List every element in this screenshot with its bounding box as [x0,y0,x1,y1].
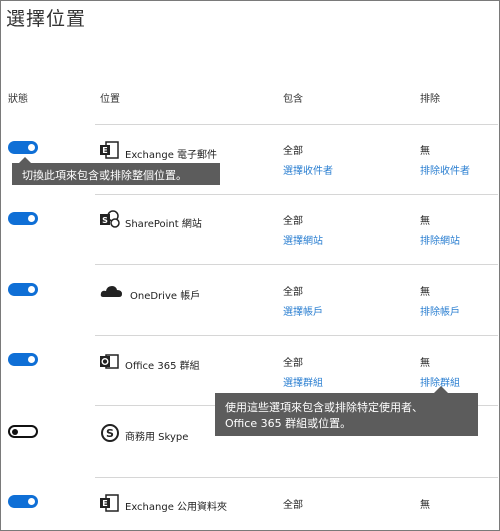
onedrive-icon [100,282,124,302]
include-value: 全部 [283,287,303,298]
include-value: 全部 [283,146,303,157]
column-header-status: 狀態 [8,94,28,105]
toggle-knob [12,428,18,435]
row-divider [95,124,498,125]
sharepoint-icon: S [100,210,120,230]
column-header-location: 位置 [100,94,120,105]
column-header-exclude: 排除 [420,94,440,105]
toggle-knob [28,215,35,222]
location-name: Exchange 電子郵件 [125,150,218,161]
svg-text:S: S [106,427,114,440]
exclude-value: 無 [420,146,430,157]
svg-text:E: E [102,499,107,508]
choose-accounts-link[interactable]: 選擇帳戶 [283,303,323,318]
toggle-knob [28,286,35,293]
svg-text:E: E [102,146,107,155]
toggle-onedrive[interactable] [8,283,38,296]
office365-groups-icon [100,352,120,372]
page-title: 選擇位置 [6,8,87,30]
exclude-options-tooltip: 使用這些選項來包含或排除特定使用者、 Office 365 群組或位置。 [215,393,478,436]
include-value: 全部 [283,500,303,511]
include-value: 全部 [283,216,303,227]
exchange-icon: E [100,494,120,514]
row-divider [95,194,498,195]
exclude-value: 無 [420,500,430,511]
toggle-knob [28,144,35,151]
column-header-include: 包含 [283,94,303,105]
location-name: Exchange 公用資料夾 [125,502,228,513]
toggle-office365-groups[interactable] [8,353,38,366]
window-frame [0,0,500,531]
toggle-exchange-public-folders[interactable] [8,495,38,508]
choose-groups-link[interactable]: 選擇群組 [283,374,323,389]
tooltip-line: 使用這些選項來包含或排除特定使用者、 [225,401,423,414]
exclude-value: 無 [420,287,430,298]
toggle-knob [28,356,35,363]
location-name: Office 365 群組 [125,361,200,372]
tooltip-arrow [434,386,448,393]
location-name: OneDrive 帳戶 [130,291,201,302]
exclude-recipients-link[interactable]: 排除收件者 [420,162,470,177]
exclude-sites-link[interactable]: 排除網站 [420,232,460,247]
choose-recipients-link[interactable]: 選擇收件者 [283,162,333,177]
toggle-knob [28,498,35,505]
toggle-skype-for-business[interactable] [8,425,38,438]
exclude-value: 無 [420,216,430,227]
exchange-icon: E [100,141,120,161]
toggle-tooltip: 切換此項來包含或排除整個位置。 [12,163,220,185]
row-divider [95,477,498,478]
include-value: 全部 [283,358,303,369]
svg-text:S: S [102,216,108,225]
row-divider [95,335,498,336]
exclude-accounts-link[interactable]: 排除帳戶 [420,303,460,318]
exclude-value: 無 [420,358,430,369]
row-divider [95,264,498,265]
skype-icon: S [100,423,120,443]
toggle-exchange-email[interactable] [8,141,38,154]
tooltip-line: Office 365 群組或位置。 [225,417,352,430]
location-name: SharePoint 網站 [125,219,202,230]
choose-sites-link[interactable]: 選擇網站 [283,232,323,247]
toggle-sharepoint[interactable] [8,212,38,225]
location-name: 商務用 Skype [125,432,189,443]
